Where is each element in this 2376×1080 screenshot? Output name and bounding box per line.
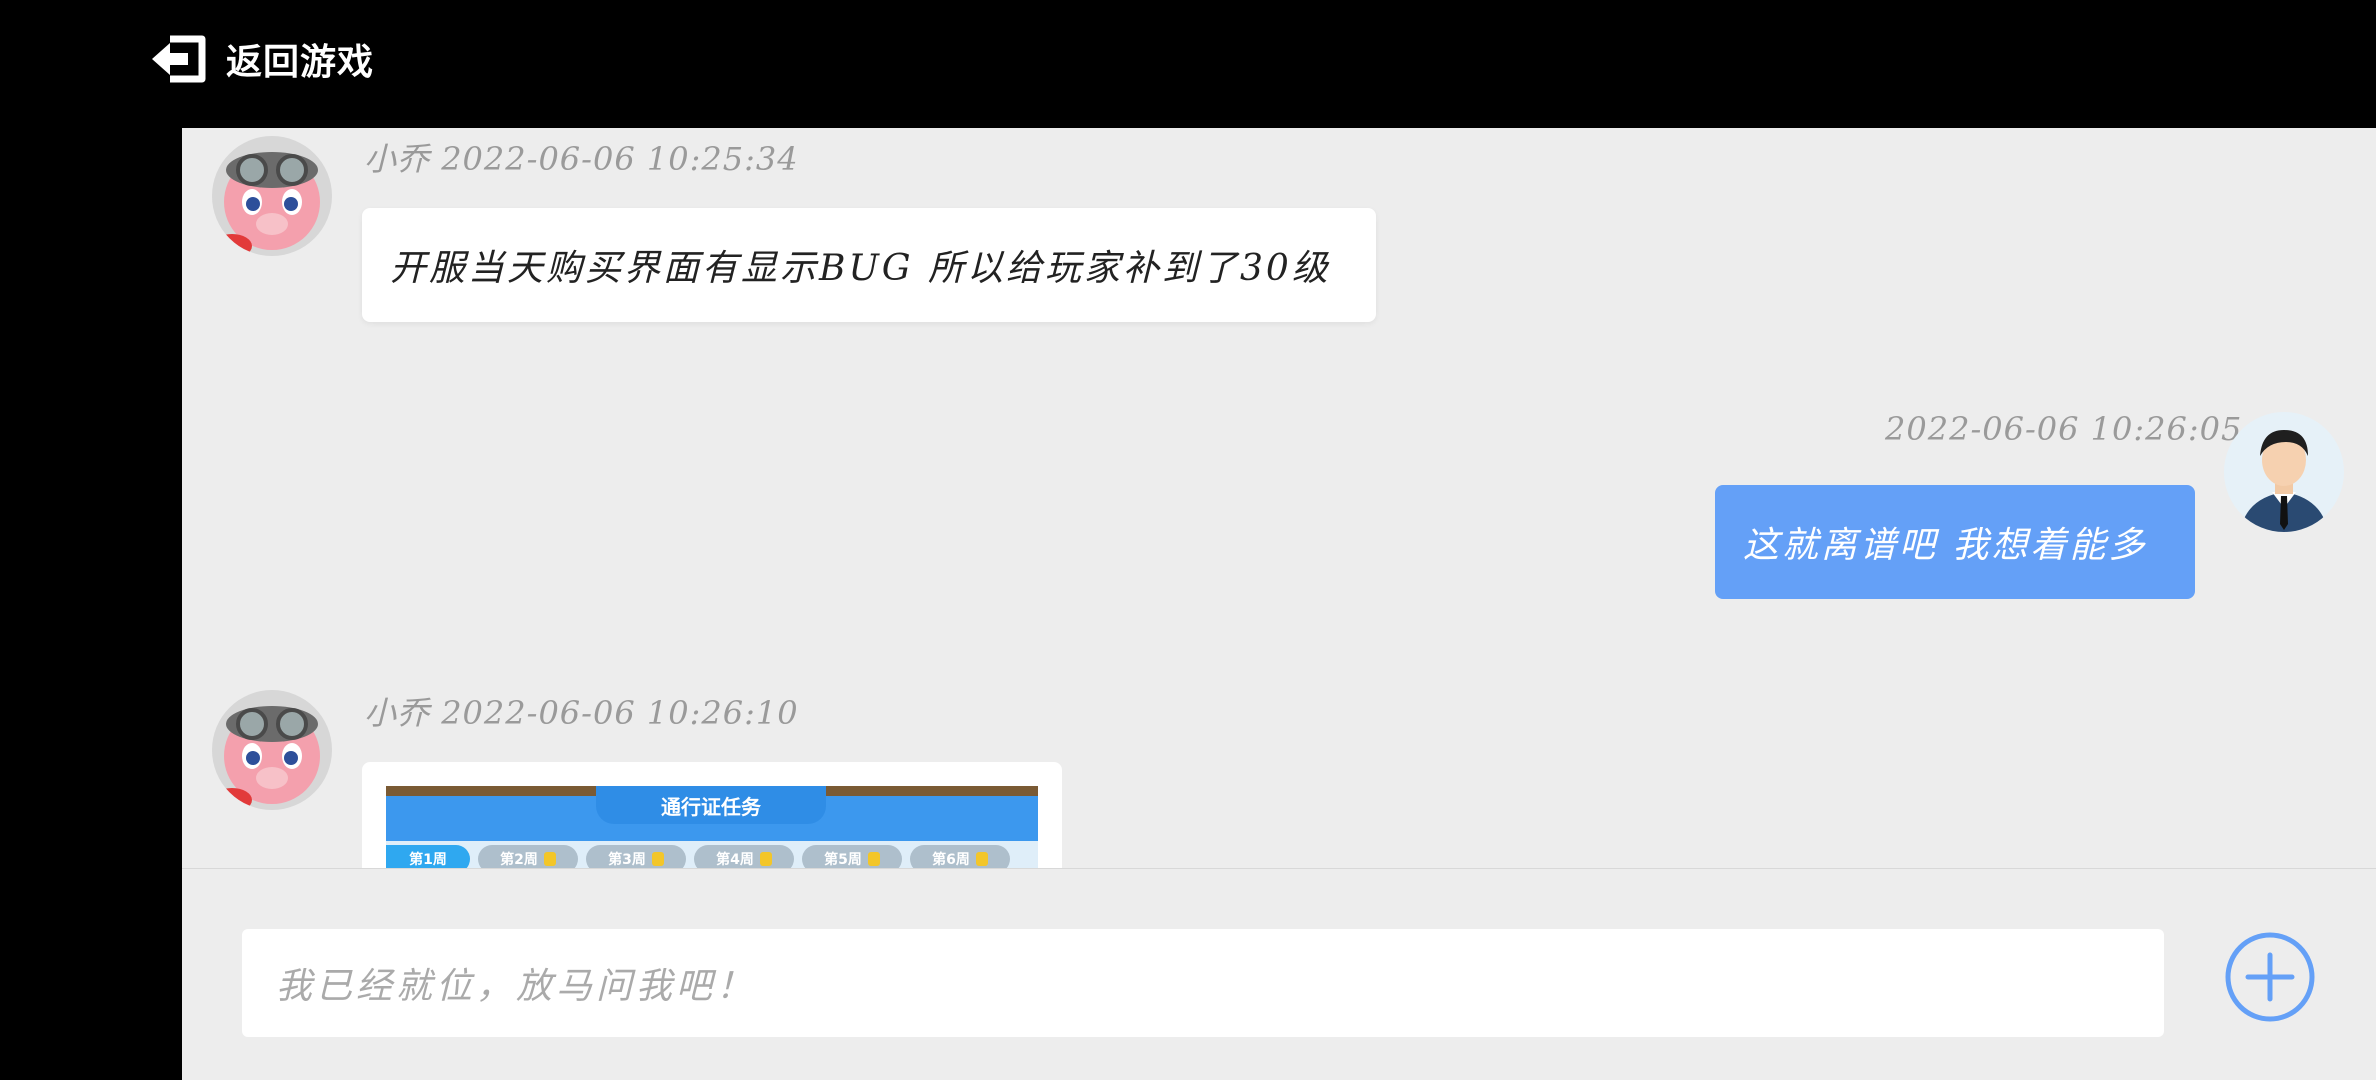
message-time: 2022-06-06 10:26:05 <box>1885 410 2243 448</box>
thumbnail-tab: 第1周 <box>386 845 470 868</box>
message-meta: 小乔 2022-06-06 10:25:34 <box>364 140 799 178</box>
message-meta: 小乔 2022-06-06 10:26:10 <box>364 694 799 732</box>
lock-icon <box>543 852 556 866</box>
thumbnail-tab: 第4周 <box>694 845 794 868</box>
image-message[interactable]: 通行证任务 第1周 第2周 第3周 第4周 第5周 第6周 <box>362 762 1062 868</box>
message-bubble-own[interactable]: 这就离谱吧 我想着能多 <box>1715 485 2195 599</box>
lock-icon <box>867 852 880 866</box>
thumbnail-tab: 第2周 <box>478 845 578 868</box>
add-attachment-button[interactable] <box>2224 931 2316 1023</box>
back-to-game-button[interactable]: 返回游戏 <box>150 30 374 88</box>
composer-bar: 我已经就位，放马问我吧！ <box>182 868 2376 1080</box>
user-avatar[interactable] <box>2224 412 2344 532</box>
pig-avatar[interactable] <box>212 690 332 810</box>
thumbnail-tab: 第6周 <box>910 845 1010 868</box>
lock-icon <box>759 852 772 866</box>
lock-icon <box>651 852 664 866</box>
back-label: 返回游戏 <box>226 42 375 83</box>
thumbnail-tab: 第5周 <box>802 845 902 868</box>
thumbnail-title: 通行证任务 <box>596 786 826 824</box>
plus-circle-icon <box>2225 932 2315 1022</box>
exit-icon <box>152 35 206 83</box>
lock-icon <box>975 852 988 866</box>
top-bar: 返回游戏 <box>0 0 2376 128</box>
chat-history[interactable]: 小乔 2022-06-06 10:25:34 开服当天购买界面有显示BUG 所以… <box>182 128 2376 868</box>
pig-avatar[interactable] <box>212 136 332 256</box>
message-bubble[interactable]: 开服当天购买界面有显示BUG 所以给玩家补到了30级 <box>362 208 1376 322</box>
thumbnail-tab: 第3周 <box>586 845 686 868</box>
screenshot-thumbnail: 通行证任务 第1周 第2周 第3周 第4周 第5周 第6周 <box>386 786 1038 868</box>
message-input[interactable]: 我已经就位，放马问我吧！ <box>242 929 2164 1037</box>
